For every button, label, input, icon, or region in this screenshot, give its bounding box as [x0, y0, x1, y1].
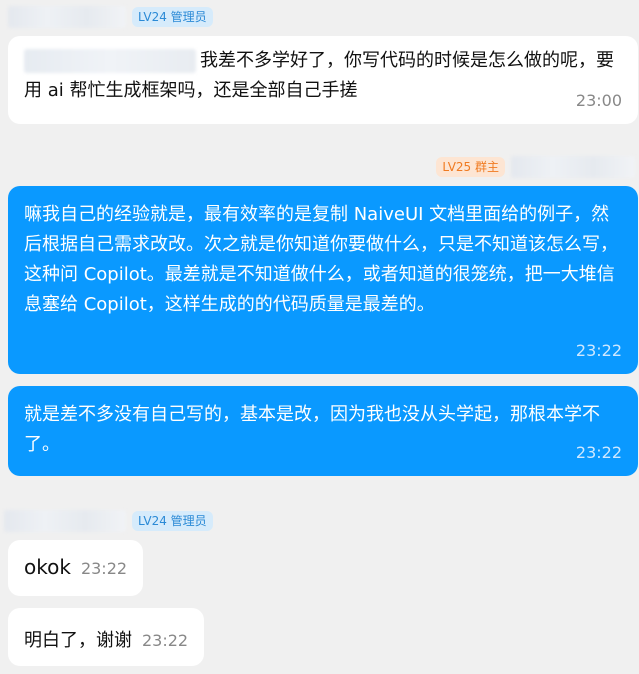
sender-header: LV24 管理员 — [4, 510, 213, 532]
mention-redacted — [24, 49, 196, 73]
sender-badge: LV25 群主 — [436, 157, 505, 177]
message-time: 23:22 — [575, 341, 622, 360]
message-bubble[interactable]: 明白了，谢谢 23:22 — [8, 608, 205, 666]
message-time: 23:22 — [575, 443, 622, 462]
message-time: 23:22 — [80, 559, 128, 578]
message-text: 明白了，谢谢 — [24, 630, 132, 651]
sender-header: LV24 管理员 — [8, 6, 213, 28]
message-time: 23:22 — [142, 631, 189, 650]
message-bubble[interactable]: 嘛我自己的经验就是，最有效率的是复制 NaiveUI 文档里面给的例子，然后根据… — [8, 186, 638, 374]
message-text: okok — [24, 555, 71, 579]
message-bubble[interactable]: okok 23:22 — [8, 540, 144, 596]
message-text: 就是差不多没有自己写的，基本是改，因为我也没从头学起，那根本学不了。 — [24, 404, 600, 455]
sender-header: LV25 群主 — [436, 156, 635, 178]
sender-badge: LV24 管理员 — [132, 7, 213, 27]
sender-name-redacted — [8, 6, 126, 28]
message-text: 嘛我自己的经验就是，最有效率的是复制 NaiveUI 文档里面给的例子，然后根据… — [24, 204, 618, 315]
sender-name-redacted — [511, 156, 635, 178]
message-bubble[interactable]: 我差不多学好了，你写代码的时候是怎么做的呢，要用 ai 帮忙生成框架吗，还是全部… — [8, 36, 638, 124]
sender-badge: LV24 管理员 — [132, 511, 213, 531]
sender-name-redacted — [4, 510, 126, 532]
message-time: 23:00 — [575, 91, 622, 110]
message-bubble[interactable]: 就是差不多没有自己写的，基本是改，因为我也没从头学起，那根本学不了。 23:22 — [8, 386, 638, 476]
